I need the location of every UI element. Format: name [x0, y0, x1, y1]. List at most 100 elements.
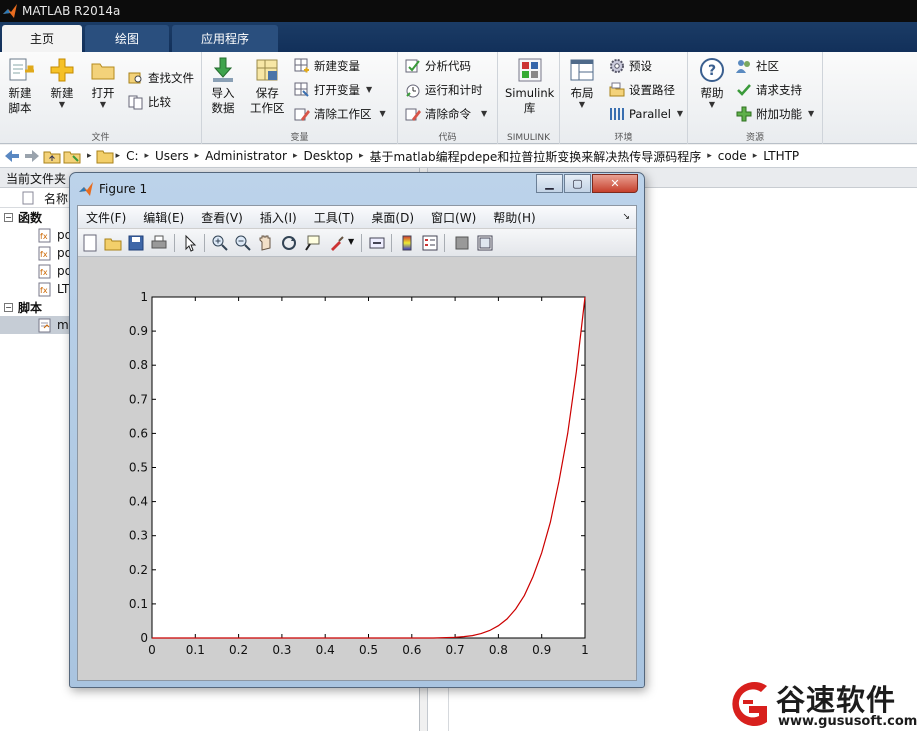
open-file-icon[interactable]: [104, 234, 122, 252]
tab-plots[interactable]: 绘图: [85, 25, 170, 52]
parallel-dropdown-arrow-icon[interactable]: ▼: [677, 110, 683, 118]
minimize-button[interactable]: ▁: [536, 174, 563, 193]
y-tick-label: 0.9: [129, 324, 148, 338]
dock-arrow-icon[interactable]: ↘: [622, 212, 630, 222]
zoom-in-icon[interactable]: [211, 234, 229, 252]
plot-area[interactable]: 0 0.1 0.2 0.3 0.4 0.5 0.6 0.7 0.8 0.9 1 0 0.1 0.2 0.3 0…: [78, 258, 636, 680]
open-button[interactable]: 打开 ▼: [89, 56, 117, 109]
new-variable-label: 新建变量: [314, 59, 360, 73]
run-and-time-button[interactable]: 运行和计时: [405, 80, 483, 100]
rotate-3d-icon[interactable]: [280, 234, 298, 252]
open-variable-dropdown-arrow-icon[interactable]: ▼: [366, 86, 372, 94]
new-figure-icon[interactable]: [81, 234, 99, 252]
breadcrumb-code[interactable]: code: [718, 149, 747, 163]
request-support-button[interactable]: 请求支持: [736, 80, 802, 100]
help-label: 帮助: [700, 86, 724, 100]
collapse-toggle-icon[interactable]: −: [4, 302, 13, 312]
set-path-label: 设置路径: [629, 83, 675, 97]
menu-window[interactable]: 窗口(W): [431, 209, 476, 226]
save-workspace-button[interactable]: 保存 工作区: [250, 56, 285, 116]
up-folder-icon[interactable]: [43, 148, 61, 164]
find-files-button[interactable]: 查找文件: [128, 68, 194, 88]
browse-folder-icon[interactable]: [63, 148, 81, 164]
menu-edit[interactable]: 编辑(E): [143, 209, 184, 226]
new-button[interactable]: 新建 ▼: [48, 56, 76, 109]
clear-workspace-icon: [294, 108, 310, 121]
figure-window[interactable]: Figure 1 ▁ ▢ ✕ 文件(F) 编辑(E) 查看(V) 插入(I) 工…: [69, 172, 645, 688]
layout-button[interactable]: 布局 ▼: [568, 56, 596, 109]
new-script-button[interactable]: 新建 脚本: [6, 56, 34, 116]
parallel-button[interactable]: Parallel ▼: [609, 104, 683, 124]
show-plot-tools-icon[interactable]: [476, 234, 494, 252]
breadcrumb-users[interactable]: Users: [155, 149, 189, 163]
help-button[interactable]: ? 帮助 ▼: [698, 56, 726, 109]
print-icon[interactable]: [150, 234, 168, 252]
add-ons-icon: [736, 106, 752, 122]
menu-insert[interactable]: 插入(I): [260, 209, 297, 226]
clear-commands-dropdown-arrow-icon[interactable]: ▼: [481, 110, 487, 118]
breadcrumb-lthtp[interactable]: LTHTP: [763, 149, 799, 163]
breadcrumb-administrator[interactable]: Administrator: [205, 149, 287, 163]
app-title-bar: MATLAB R2014a: [0, 0, 917, 22]
compare-label: 比较: [148, 95, 171, 109]
clear-workspace-dropdown-arrow-icon[interactable]: ▼: [380, 110, 386, 118]
pointer-icon[interactable]: [181, 234, 199, 252]
clear-workspace-button[interactable]: 清除工作区 ▼: [294, 104, 386, 124]
open-variable-button[interactable]: 打开变量 ▼: [294, 80, 372, 100]
set-path-button[interactable]: 设置路径: [609, 80, 675, 100]
tab-home[interactable]: 主页: [2, 25, 83, 52]
analyze-code-button[interactable]: 分析代码: [405, 56, 471, 76]
brush-dropdown-arrow-icon[interactable]: ▼: [348, 237, 354, 246]
maximize-button[interactable]: ▢: [564, 174, 591, 193]
link-plot-icon[interactable]: [368, 234, 386, 252]
menu-tools[interactable]: 工具(T): [314, 209, 355, 226]
add-ons-dropdown-arrow-icon[interactable]: ▼: [808, 110, 814, 118]
breadcrumb-desktop[interactable]: Desktop: [304, 149, 354, 163]
x-tick-label: 0.1: [186, 643, 205, 657]
new-variable-icon: [294, 58, 309, 73]
find-files-icon: [128, 72, 142, 84]
menu-desktop[interactable]: 桌面(D): [371, 209, 414, 226]
request-support-icon: [737, 84, 751, 96]
clear-commands-button[interactable]: 清除命令 ▼: [405, 104, 487, 124]
ribbon: 新建 脚本 新建 ▼ 打开 ▼ 查找文件 比较 文件 导入 数据 保存 工作区 …: [0, 52, 917, 144]
compare-button[interactable]: 比较: [128, 92, 171, 112]
analyze-code-icon: [405, 59, 420, 73]
breadcrumb-project-folder[interactable]: 基于matlab编程pdepe和拉普拉斯变换来解决热传导源码程序: [370, 148, 702, 165]
collapse-toggle-icon[interactable]: −: [4, 212, 13, 222]
menu-help[interactable]: 帮助(H): [493, 209, 535, 226]
close-button[interactable]: ✕: [592, 174, 638, 193]
y-tick-label: 0.8: [129, 358, 148, 372]
open-variable-label: 打开变量: [314, 83, 360, 97]
community-button[interactable]: 社区: [736, 56, 779, 76]
open-folder-icon: [91, 63, 115, 80]
back-arrow-icon[interactable]: [3, 148, 21, 164]
svg-text:fx: fx: [40, 250, 48, 259]
preferences-button[interactable]: 预设: [609, 56, 652, 76]
data-cursor-icon[interactable]: [303, 234, 321, 252]
address-separator-icon: ▸: [115, 151, 121, 161]
colorbar-icon[interactable]: [398, 234, 416, 252]
legend-icon[interactable]: [421, 234, 439, 252]
pan-icon[interactable]: [257, 234, 275, 252]
forward-arrow-icon[interactable]: [23, 148, 41, 164]
simulink-library-button[interactable]: Simulink 库: [505, 56, 554, 116]
gususoft-watermark: 谷速软件 www.gususoft.com: [718, 676, 917, 731]
add-ons-button[interactable]: 附加功能 ▼: [736, 104, 814, 124]
import-data-button[interactable]: 导入 数据: [209, 56, 237, 116]
menu-file[interactable]: 文件(F): [86, 209, 126, 226]
folder-icon: [96, 150, 114, 164]
ribbon-group-file: 新建 脚本 新建 ▼ 打开 ▼ 查找文件 比较 文件: [0, 52, 202, 144]
zoom-out-icon[interactable]: [234, 234, 252, 252]
line-chart[interactable]: 0 0.1 0.2 0.3 0.4 0.5 0.6 0.7 0.8 0.9 1 0 0.1 0.2 0.3 0…: [78, 258, 636, 680]
y-tick-label: 0.7: [129, 392, 148, 406]
brush-icon[interactable]: [328, 234, 346, 252]
y-tick-label: 0.3: [129, 529, 148, 543]
layout-icon: [570, 59, 594, 81]
tab-apps[interactable]: 应用程序: [172, 25, 279, 52]
new-variable-button[interactable]: 新建变量: [294, 56, 360, 76]
hide-plot-tools-icon[interactable]: [453, 234, 471, 252]
breadcrumb-c-drive[interactable]: C:: [126, 149, 138, 163]
save-icon[interactable]: [127, 234, 145, 252]
menu-view[interactable]: 查看(V): [201, 209, 243, 226]
